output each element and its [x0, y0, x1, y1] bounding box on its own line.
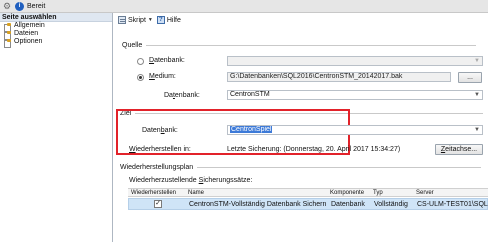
sidebar-item-options[interactable]: Optionen [0, 38, 112, 48]
script-label: Skript [128, 16, 146, 24]
column-header-server[interactable]: Server [416, 190, 434, 196]
backup-sets-label: Wiederherzustellende Sicherungssätze: [129, 177, 253, 184]
backup-name-cell: CentronSTM-Vollständig Datenbank Sichern [189, 201, 327, 208]
info-icon: i [15, 1, 24, 11]
backup-sets-header: Wiederherstellen Name Komponente Typ Ser… [128, 188, 488, 197]
medium-option-label: Medium: [149, 73, 176, 80]
sidebar-item-label: Allgemein [14, 22, 45, 29]
restore-to-label: Wiederherstellen in: [129, 146, 191, 153]
plan-title-text: Wiederherstellungsplan [120, 164, 194, 171]
sidebar-item-files[interactable]: Dateien [0, 30, 112, 40]
help-label: Hilfe [166, 16, 181, 24]
component-cell: Datenbank [331, 201, 365, 208]
sidebar-item-label: Optionen [14, 38, 43, 45]
page-icon [4, 30, 11, 40]
medium-radio[interactable] [137, 74, 144, 81]
chevron-down-icon: ▼ [474, 92, 480, 98]
page-selector-header: Seite auswählen [0, 13, 112, 22]
restore-to-value: Letzte Sicherung: (Donnerstag, 20. April… [227, 146, 401, 153]
medium-path-value: G:\Datenbanken\SQL2016\CentronSTM_201420… [230, 73, 403, 80]
page-selector-panel: Seite auswählen Allgemein Dateien Option… [0, 13, 113, 242]
sidebar-item-general[interactable]: Allgemein [0, 22, 112, 32]
script-button[interactable]: Skript ▼ [118, 16, 153, 24]
medium-path-field[interactable]: G:\Datenbanken\SQL2016\CentronSTM_201420… [227, 72, 451, 82]
type-cell: Vollständig [374, 201, 408, 208]
database-option-label: Datenbank: [149, 57, 185, 64]
column-header-name[interactable]: Name [188, 190, 204, 196]
chevron-down-icon: ▼ [474, 127, 480, 133]
page-icon [4, 38, 11, 48]
toolbar: Skript ▼ ? Hilfe [114, 13, 488, 27]
gear-icon[interactable]: ⚙ [2, 1, 12, 11]
table-row[interactable]: ✓ CentronSTM-Vollständig Datenbank Siche… [128, 198, 488, 210]
timeline-button[interactable]: Zeitachse... [435, 144, 483, 155]
database-radio[interactable] [137, 58, 144, 65]
sidebar-item-label: Dateien [14, 30, 39, 37]
page-icon [4, 22, 11, 32]
help-button[interactable]: ? Hilfe [156, 16, 181, 24]
content-panel: Skript ▼ ? Hilfe Quelle Datenbank: ▼ Med… [114, 13, 488, 242]
restore-checkbox[interactable]: ✓ [154, 200, 162, 208]
help-icon: ? [156, 16, 165, 24]
target-database-label: Datenbank: [142, 127, 178, 134]
divider [197, 167, 482, 168]
source-target-database-label: Datenbank: [164, 92, 200, 99]
chevron-down-icon: ▼ [147, 17, 153, 23]
status-text: Bereit [27, 2, 46, 10]
browse-medium-button[interactable]: ... [458, 72, 482, 83]
source-database-select[interactable]: ▼ [227, 56, 483, 66]
divider [146, 45, 477, 46]
column-header-type[interactable]: Typ [373, 190, 383, 196]
source-backup-database-value: CentronSTM [230, 91, 270, 98]
source-title-text: Quelle [122, 42, 143, 49]
target-database-combobox[interactable]: CentronSpiel ▼ [227, 125, 483, 135]
source-section-title: Quelle [122, 42, 477, 49]
column-header-component[interactable]: Komponente [330, 190, 364, 196]
target-database-value: CentronSpiel [230, 126, 273, 133]
source-backup-database-select[interactable]: CentronSTM ▼ [227, 90, 483, 100]
chevron-down-icon: ▼ [474, 58, 480, 64]
column-header-restore[interactable]: Wiederherstellen [131, 190, 176, 196]
server-cell: CS-ULM-TEST01\SQL [417, 201, 488, 208]
status-bar: ⚙ i Bereit [0, 0, 488, 13]
script-icon [118, 16, 126, 24]
plan-section-title: Wiederherstellungsplan [120, 164, 482, 171]
